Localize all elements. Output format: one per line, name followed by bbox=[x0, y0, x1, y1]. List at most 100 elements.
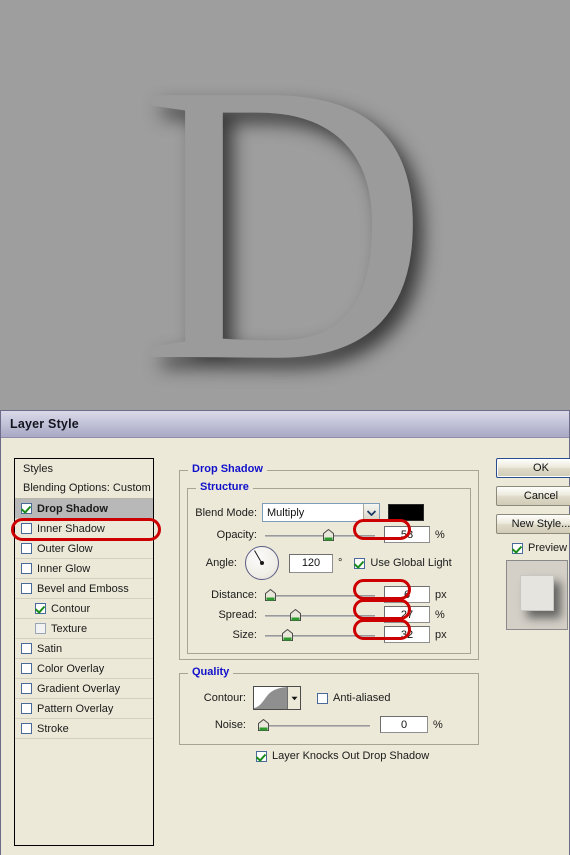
angle-dial[interactable] bbox=[245, 546, 279, 580]
angle-row: Angle: 120 ° Use Global Light bbox=[191, 546, 471, 580]
style-checkbox[interactable] bbox=[21, 723, 32, 734]
sidebar-item-texture[interactable]: Texture bbox=[15, 619, 153, 639]
cancel-button[interactable]: Cancel bbox=[496, 486, 570, 506]
layer-knocks-out-checkbox[interactable] bbox=[256, 750, 267, 762]
image-canvas: D bbox=[0, 0, 570, 410]
sidebar-item-gradient-overlay[interactable]: Gradient Overlay bbox=[15, 679, 153, 699]
blend-mode-select[interactable]: Multiply bbox=[262, 503, 380, 522]
sidebar-item-satin[interactable]: Satin bbox=[15, 639, 153, 659]
new-style-button[interactable]: New Style... bbox=[496, 514, 570, 534]
noise-input[interactable]: 0 bbox=[380, 716, 428, 733]
styles-panel-header: Styles bbox=[14, 458, 154, 479]
screen: D Layer Style Styles Blending Options: C… bbox=[0, 0, 570, 855]
angle-value: 120 bbox=[301, 557, 321, 569]
sidebar-item-color-overlay[interactable]: Color Overlay bbox=[15, 659, 153, 679]
opacity-slider-thumb[interactable] bbox=[323, 528, 334, 541]
spread-slider-thumb[interactable] bbox=[290, 608, 301, 621]
dialog-titlebar[interactable]: Layer Style bbox=[1, 411, 569, 438]
style-item-label: Texture bbox=[51, 622, 88, 635]
preview-checkbox[interactable] bbox=[512, 542, 523, 554]
style-item-label: Stroke bbox=[37, 722, 69, 735]
styles-list[interactable]: Blending Options: Custom Drop Shadow Inne… bbox=[14, 478, 154, 846]
drop-shadow-panel: Drop Shadow Structure Blend Mode: Multip… bbox=[171, 458, 486, 848]
style-item-label: Contour bbox=[51, 602, 91, 615]
noise-slider-track bbox=[258, 724, 370, 727]
ok-button[interactable]: OK bbox=[496, 458, 570, 478]
styles-rows: Drop Shadow Inner Shadow Outer Glow Inner G… bbox=[15, 499, 153, 739]
size-row: Size: 32 px bbox=[191, 626, 471, 643]
contour-picker[interactable] bbox=[253, 686, 301, 710]
size-slider-thumb[interactable] bbox=[282, 628, 293, 641]
style-checkbox[interactable] bbox=[21, 543, 32, 554]
noise-value: 0 bbox=[400, 718, 408, 731]
style-checkbox[interactable] bbox=[21, 703, 32, 714]
preview-shape bbox=[520, 575, 554, 611]
style-checkbox[interactable] bbox=[21, 643, 32, 654]
new-style-button-label: New Style... bbox=[511, 518, 570, 530]
style-item-label: Color Overlay bbox=[37, 662, 105, 675]
sidebar-item-inner-shadow[interactable]: Inner Shadow bbox=[15, 519, 153, 539]
style-item-label: Inner Shadow bbox=[37, 522, 105, 535]
distance-slider[interactable] bbox=[265, 588, 375, 602]
contour-label: Contour: bbox=[203, 692, 246, 704]
sidebar-item-outer-glow[interactable]: Outer Glow bbox=[15, 539, 153, 559]
distance-row: Distance: 6 px bbox=[191, 586, 471, 603]
style-checkbox[interactable] bbox=[21, 583, 32, 594]
sidebar-item-contour[interactable]: Contour bbox=[15, 599, 153, 619]
style-checkbox[interactable] bbox=[35, 603, 46, 614]
use-global-light-checkbox[interactable] bbox=[354, 557, 366, 569]
style-item-label: Bevel and Emboss bbox=[37, 582, 129, 595]
style-checkbox[interactable] bbox=[21, 663, 32, 674]
distance-slider-track bbox=[265, 594, 375, 597]
sidebar-item-blending-options[interactable]: Blending Options: Custom bbox=[15, 478, 153, 499]
noise-slider-thumb[interactable] bbox=[258, 718, 269, 731]
chevron-down-icon[interactable] bbox=[363, 504, 379, 521]
opacity-slider[interactable] bbox=[265, 528, 375, 542]
blend-mode-label: Blend Mode: bbox=[195, 506, 257, 519]
spread-row: Spread: 27 % bbox=[191, 606, 471, 623]
angle-input[interactable]: 120 bbox=[289, 553, 333, 573]
noise-slider[interactable] bbox=[258, 718, 370, 732]
distance-label: Distance: bbox=[211, 588, 257, 601]
size-label: Size: bbox=[232, 628, 257, 641]
size-input[interactable]: 32 bbox=[384, 626, 430, 643]
noise-label: Noise: bbox=[214, 718, 246, 731]
distance-slider-thumb[interactable] bbox=[265, 588, 276, 601]
blending-options-label: Blending Options: Custom bbox=[23, 482, 151, 494]
size-slider[interactable] bbox=[265, 628, 375, 642]
distance-unit: px bbox=[435, 588, 447, 601]
spread-slider-track bbox=[265, 614, 375, 617]
style-checkbox[interactable] bbox=[35, 623, 46, 634]
blend-mode-row: Blend Mode: Multiply bbox=[191, 503, 471, 522]
style-item-label: Outer Glow bbox=[37, 542, 93, 555]
style-checkbox[interactable] bbox=[21, 503, 32, 514]
size-unit: px bbox=[435, 628, 447, 641]
angle-dial-center-dot bbox=[260, 561, 264, 565]
distance-value: 6 bbox=[403, 588, 411, 601]
shadow-color-swatch[interactable] bbox=[388, 504, 424, 521]
style-checkbox[interactable] bbox=[21, 523, 32, 534]
style-checkbox[interactable] bbox=[21, 683, 32, 694]
contour-dropdown-arrow-icon[interactable] bbox=[287, 687, 300, 709]
sidebar-item-bevel-and-emboss[interactable]: Bevel and Emboss bbox=[15, 579, 153, 599]
sidebar-item-stroke[interactable]: Stroke bbox=[15, 719, 153, 739]
spread-slider[interactable] bbox=[265, 608, 375, 622]
sidebar-item-inner-glow[interactable]: Inner Glow bbox=[15, 559, 153, 579]
cancel-button-label: Cancel bbox=[523, 490, 559, 502]
noise-unit: % bbox=[433, 718, 443, 731]
opacity-input[interactable]: 58 bbox=[384, 526, 430, 543]
structure-group-label: Structure bbox=[196, 481, 253, 493]
style-checkbox[interactable] bbox=[21, 563, 32, 574]
angle-unit: ° bbox=[338, 557, 343, 569]
spread-input[interactable]: 27 bbox=[384, 606, 430, 623]
ok-button-label: OK bbox=[533, 462, 549, 474]
anti-aliased-checkbox[interactable] bbox=[317, 692, 328, 704]
size-value: 32 bbox=[400, 628, 414, 641]
sidebar-item-pattern-overlay[interactable]: Pattern Overlay bbox=[15, 699, 153, 719]
styles-panel-header-label: Styles bbox=[23, 462, 53, 475]
letter-artwork: D bbox=[140, 1, 429, 411]
dialog-buttons: OK Cancel New Style... Preview bbox=[496, 458, 570, 630]
opacity-label: Opacity: bbox=[216, 528, 257, 541]
sidebar-item-drop-shadow[interactable]: Drop Shadow bbox=[15, 499, 153, 519]
distance-input[interactable]: 6 bbox=[384, 586, 430, 603]
